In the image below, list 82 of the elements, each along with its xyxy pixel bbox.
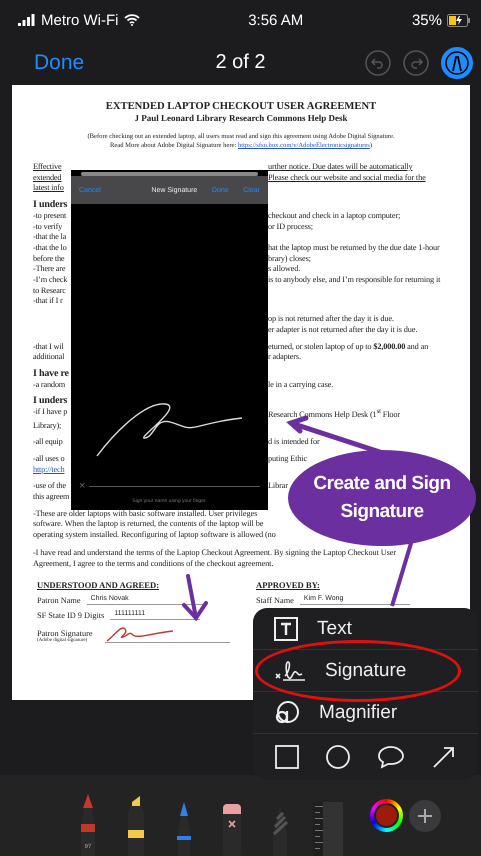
document-text: -I’m check [33, 275, 68, 286]
document-text: before the [33, 254, 64, 264]
document-text: or ID process; [268, 222, 313, 232]
document-text: Research Commons Help Desk (1$^{st}$ Floor [268, 407, 400, 421]
document-text: -use of the [33, 481, 66, 492]
document-text: latest info [33, 183, 64, 194]
speech-bubble-icon[interactable] [377, 745, 406, 769]
add-button[interactable] [409, 800, 441, 832]
document-text: -if I have p [33, 407, 68, 418]
battery-percentage: 35% [412, 12, 442, 28]
color-picker[interactable] [370, 799, 403, 832]
document-text: operating system installed. Reconfiguring of laptop software is allowed (no [33, 530, 276, 541]
document-text: hat the laptop must be returned by the due date 1-hour [268, 242, 440, 254]
document-text: urther notice. Due dates will be automatically [268, 162, 412, 173]
document-text: puting Ethic [268, 454, 307, 465]
section-heading: I unders [33, 396, 68, 408]
signature-field[interactable] [104, 625, 230, 644]
magnifier-icon [273, 700, 301, 726]
clock-time: 3:56 AM [248, 12, 304, 28]
document-text: additional [33, 352, 64, 363]
document-link[interactable]: http://tech [33, 464, 64, 476]
document-text: software. When the laptop is returned, the contents of the laptop will be [33, 519, 264, 530]
document-text: this agreem [33, 492, 70, 503]
document-text: er adapter is not returned after the day it is due. [268, 324, 418, 336]
arrow [182, 574, 208, 622]
document-text: -a random [33, 380, 66, 390]
document-text: op is not returned after the day it is due. [268, 314, 394, 325]
section-heading: I have re [33, 368, 69, 380]
document-text: eturned, or stolen laptop of up to $2,000.00 and an [268, 342, 428, 352]
callout-text: Signature [340, 500, 424, 524]
markup-pen-icon[interactable] [441, 46, 473, 78]
document-text: extended [33, 172, 62, 184]
field-label: Patron Name [37, 596, 81, 606]
document-text: is to anybody else, and I’m responsible for returning it [268, 275, 440, 286]
section-heading: APPROVED BY: [255, 580, 321, 590]
document-text: Agreement, I agree to the terms and conditions of the checkout agreement. [33, 558, 274, 570]
document-text: r adapters. [268, 352, 301, 363]
document-text: -to present [33, 210, 66, 222]
circle-icon[interactable] [326, 745, 350, 769]
document-text: Please check our website and social media for the [268, 172, 426, 184]
section-heading: UNDERSTOOD AND AGREED: [36, 580, 160, 590]
document-text: Librar [268, 481, 288, 492]
document-subtitle: J Paul Leonard Library Research Commons Help Desk [133, 113, 349, 124]
document-text: -that I wil [33, 342, 64, 352]
document-text: -There are [33, 264, 66, 276]
highlighter-icon[interactable] [125, 794, 147, 856]
document-text: Library); [33, 420, 62, 432]
field-label: Staff Name [256, 596, 294, 606]
document-text: -all uses o [33, 454, 64, 465]
section-heading: I unders [33, 200, 68, 211]
document-text: -I have read and understand the terms of the Laptop Checkout Agreement. By signing the Laptop Checkout User [33, 548, 396, 559]
document-text: -to verify [33, 222, 62, 232]
menu-item[interactable]: Magnifier [253, 692, 478, 734]
carrier-name: Metro Wi-Fi [41, 12, 118, 28]
battery-icon [446, 14, 471, 26]
menu-item[interactable]: Text [253, 608, 478, 650]
callout-text: Create and Sign [313, 472, 451, 496]
square-icon[interactable] [274, 745, 299, 769]
document-text: to Researc [33, 286, 66, 296]
document-text: checkout and check in a laptop computer; [268, 210, 400, 222]
arrow-icon[interactable] [432, 745, 456, 769]
text-box-icon [273, 616, 299, 642]
clear-mark[interactable]: × [79, 480, 86, 492]
document-text: -that the lo [33, 242, 67, 254]
done-button[interactable]: Done [34, 50, 84, 74]
document-text: Effective [33, 162, 62, 173]
wifi-icon [124, 14, 140, 26]
document-text: s allowed. [268, 264, 300, 276]
plus-icon [417, 808, 433, 824]
document-text: -all equip [33, 437, 63, 448]
signal-icon [18, 14, 36, 26]
document-title: EXTENDED LAPTOP CHECKOUT USER AGREEMENT [104, 101, 378, 113]
document-text: le in a carrying case. [268, 380, 334, 390]
document-text: d is intended for [268, 437, 320, 448]
field-label: Patron Signature [37, 629, 93, 638]
document-text: -that if I r [33, 296, 63, 308]
field-label: SF State ID 9 Digits [37, 611, 104, 620]
document-text: -These are older laptops with basic software installed. User privileges [33, 508, 258, 520]
page-counter: 2 of 2 [215, 51, 266, 74]
menu-item[interactable]: Signature [253, 650, 478, 692]
document-text: -that the la [33, 232, 66, 243]
document-text: brary) closes; [268, 254, 311, 264]
